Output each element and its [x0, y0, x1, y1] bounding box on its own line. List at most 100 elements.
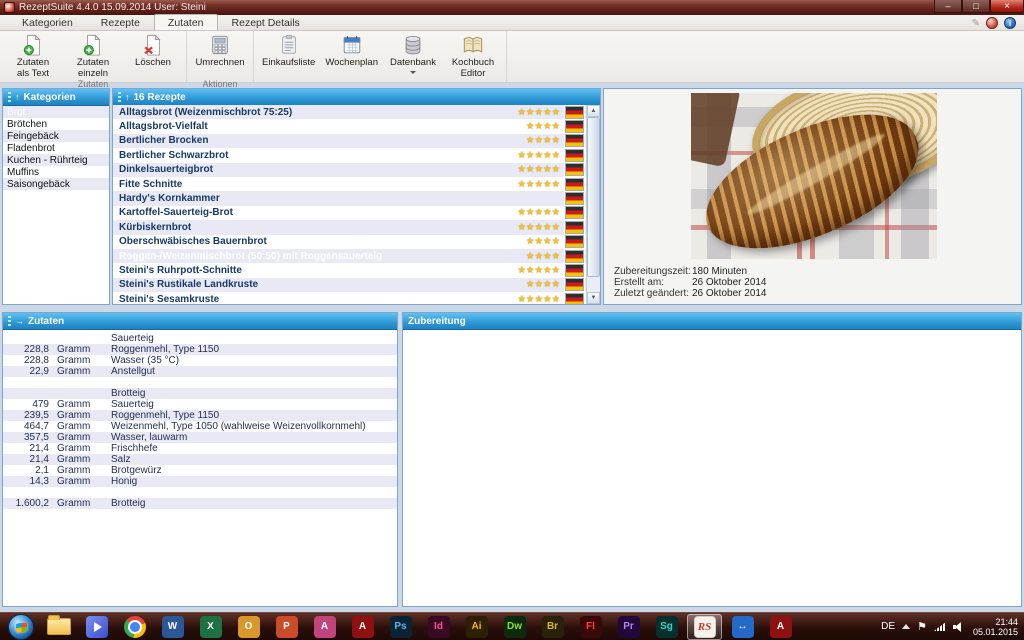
Kürbiskernbrot[interactable]: Kürbiskernbrot ★★★★★ — [113, 220, 587, 234]
grip-icon — [8, 316, 11, 326]
preparation-header[interactable]: Zubereitung — [403, 313, 1021, 330]
category-item[interactable]: Fladenbrot — [3, 142, 109, 154]
taskbar-acrobat-icon[interactable]: A — [345, 614, 380, 640]
Anstellgut[interactable]: 22,9 Gramm Anstellgut — [3, 366, 397, 377]
Wasser, lauwarm[interactable]: 357,5 Gramm Wasser, lauwarm — [3, 432, 397, 443]
Oberschwäbisches Bauernbrot[interactable]: Oberschwäbisches Bauernbrot ★★★★ — [113, 235, 587, 249]
category-item[interactable]: Brötchen — [3, 118, 109, 130]
taskbar-illustrator-icon[interactable]: Ai — [459, 614, 494, 640]
Roggen-/Weizenmischbrot (50:50) mit Roggensauerteig[interactable]: Roggen-/Weizenmischbrot (50:50) mit Rogg… — [113, 249, 587, 263]
taskbar-bridge-icon[interactable]: Br — [535, 614, 570, 640]
datenbank-button[interactable]: Datenbank — [383, 33, 443, 88]
zutaten-einzeln-button[interactable]: Zutaten einzeln — [63, 33, 123, 79]
taskbar-dreamweaver-icon[interactable]: Dw — [497, 614, 532, 640]
taskbar-autocad-icon[interactable]: A — [763, 614, 798, 640]
taskbar-speedgrade-icon[interactable]: Sg — [649, 614, 684, 640]
kochbuch-editor-button[interactable]: Kochbuch Editor — [443, 33, 503, 79]
Alltagsbrot (Weizenmischbrot 75:25)[interactable]: Alltagsbrot (Weizenmischbrot 75:25) ★★★★… — [113, 105, 587, 119]
taskbar-rezeptsuite-icon[interactable]: RS — [687, 614, 722, 640]
Weizenmehl, Type 1050 (wahlweise Weizenvollkornmehl)[interactable]: 464,7 Gramm Weizenmehl, Type 1050 (wahlw… — [3, 421, 397, 432]
tab-zutaten[interactable]: Zutaten — [154, 14, 218, 30]
style-icon[interactable] — [986, 17, 998, 29]
category-item[interactable]: Saisongebäck — [3, 178, 109, 190]
taskbar-access-icon[interactable]: A — [307, 614, 342, 640]
preparation-line — [410, 388, 1013, 401]
Kartoffel-Sauerteig-Brot[interactable]: Kartoffel-Sauerteig-Brot ★★★★★ — [113, 206, 587, 220]
recipes-scrollbar[interactable]: ▲ ▼ — [586, 105, 600, 304]
close-button[interactable]: × — [990, 0, 1024, 13]
Brotteig[interactable]: Brotteig — [3, 388, 397, 399]
scrollbar-thumb[interactable] — [587, 117, 600, 277]
taskbar-powerpoint-icon[interactable]: P — [269, 614, 304, 640]
german-flag-icon — [565, 120, 584, 133]
taskbar-chrome-icon[interactable] — [117, 614, 152, 640]
Salz[interactable]: 21,4 Gramm Salz — [3, 454, 397, 465]
taskbar-flash-icon[interactable]: Fl — [573, 614, 608, 640]
Frischhefe[interactable]: 21,4 Gramm Frischhefe — [3, 443, 397, 454]
taskbar-outlook-icon[interactable]: O — [231, 614, 266, 640]
ingredients-header[interactable]: → Zutaten — [3, 313, 397, 330]
zutaten-als-text-button[interactable]: Zutaten als Text — [3, 33, 63, 79]
tab-rezepte[interactable]: Rezepte — [87, 14, 154, 30]
info-icon[interactable] — [1004, 17, 1016, 29]
taskbar-indesign-icon[interactable]: Id — [421, 614, 456, 640]
taskbar-media-player-icon[interactable] — [79, 614, 114, 640]
category-item[interactable]: Muffins — [3, 166, 109, 178]
Bertlicher Brocken[interactable]: Bertlicher Brocken ★★★★ — [113, 134, 587, 148]
scroll-down-icon[interactable]: ▼ — [587, 292, 600, 304]
action-center-flag-icon[interactable]: ⚑ — [917, 620, 927, 633]
tray-date: 05.01.2015 — [973, 627, 1018, 637]
taskbar-teamviewer-icon[interactable]: ↔ — [725, 614, 760, 640]
sort-up-icon: ↑ — [15, 92, 20, 102]
taskbar-explorer-icon[interactable] — [41, 614, 76, 640]
taskbar-start-button[interactable] — [3, 614, 38, 640]
Brotteig[interactable]: 1.600,2 Gramm Brotteig — [3, 498, 397, 509]
recipes-header[interactable]: ↑ 16 Rezepte — [113, 89, 600, 106]
category-item[interactable]: Feingebäck — [3, 130, 109, 142]
preparation-text[interactable] — [403, 330, 1021, 514]
wochenplan-button[interactable]: Wochenplan — [320, 33, 383, 79]
Brotgewürz[interactable]: 2,1 Gramm Brotgewürz — [3, 465, 397, 476]
taskbar-word-icon[interactable]: W — [155, 614, 190, 640]
Steini's Sesamkruste[interactable]: Steini's Sesamkruste ★★★★★ — [113, 292, 587, 305]
minimize-button[interactable]: – — [934, 0, 962, 13]
Fitte Schnitte[interactable]: Fitte Schnitte ★★★★★ — [113, 177, 587, 191]
Dinkelsauerteigbrot[interactable]: Dinkelsauerteigbrot ★★★★★ — [113, 163, 587, 177]
category-item[interactable]: Brot — [3, 106, 109, 118]
show-hidden-icons[interactable] — [902, 620, 910, 629]
preparation-line — [410, 363, 1013, 376]
Steini's Rustikale Landkruste[interactable]: Steini's Rustikale Landkruste ★★★★ — [113, 278, 587, 292]
tab-kategorien[interactable]: Kategorien — [8, 14, 87, 30]
Sauerteig[interactable]: 479 Gramm Sauerteig — [3, 399, 397, 410]
taskbar-premiere-icon[interactable]: Pr — [611, 614, 646, 640]
Hardy's Kornkammer[interactable]: Hardy's Kornkammer — [113, 191, 587, 205]
detail-row: Zubereitungszeit: 180 Minuten — [614, 266, 767, 277]
categories-header[interactable]: ↑ Kategorien — [3, 89, 109, 106]
Steini's Ruhrpott-Schnitte[interactable]: Steini's Ruhrpott-Schnitte ★★★★★ — [113, 263, 587, 277]
Wasser (35 °C)[interactable]: 228,8 Gramm Wasser (35 °C) — [3, 355, 397, 366]
Roggenmehl, Type 1150[interactable]: 228,8 Gramm Roggenmehl, Type 1150 — [3, 344, 397, 355]
Roggenmehl, Type 1150[interactable]: 239,5 Gramm Roggenmehl, Type 1150 — [3, 410, 397, 421]
tab-rezept-details[interactable]: Rezept Details — [218, 14, 314, 30]
Sauerteig[interactable]: Sauerteig — [3, 333, 397, 344]
language-indicator[interactable]: DE — [881, 621, 895, 632]
taskbar-excel-icon[interactable]: X — [193, 614, 228, 640]
ingredient-row[interactable] — [3, 377, 397, 388]
loeschen-button[interactable]: Löschen — [123, 33, 183, 79]
taskbar-clock[interactable]: 21:44 05.01.2015 — [973, 617, 1018, 637]
german-flag-icon — [565, 250, 584, 263]
ingredient-row[interactable] — [3, 487, 397, 498]
rating-stars: ★★★★★ — [517, 164, 560, 175]
Alltagsbrot-Vielfalt[interactable]: Alltagsbrot-Vielfalt ★★★★ — [113, 119, 587, 133]
network-icon[interactable] — [934, 622, 946, 631]
Bertlicher Schwarzbrot[interactable]: Bertlicher Schwarzbrot ★★★★★ — [113, 148, 587, 162]
maximize-button[interactable]: □ — [962, 0, 990, 13]
volume-icon[interactable] — [953, 621, 966, 632]
edit-icon[interactable]: ✎ — [972, 18, 980, 29]
category-item[interactable]: Kuchen - Rührteig — [3, 154, 109, 166]
scroll-up-icon[interactable]: ▲ — [587, 105, 600, 117]
einkaufsliste-button[interactable]: Einkaufsliste — [257, 33, 320, 79]
Honig[interactable]: 14,3 Gramm Honig — [3, 476, 397, 487]
taskbar-photoshop-icon[interactable]: Ps — [383, 614, 418, 640]
umrechnen-button[interactable]: Umrechnen — [190, 33, 250, 79]
